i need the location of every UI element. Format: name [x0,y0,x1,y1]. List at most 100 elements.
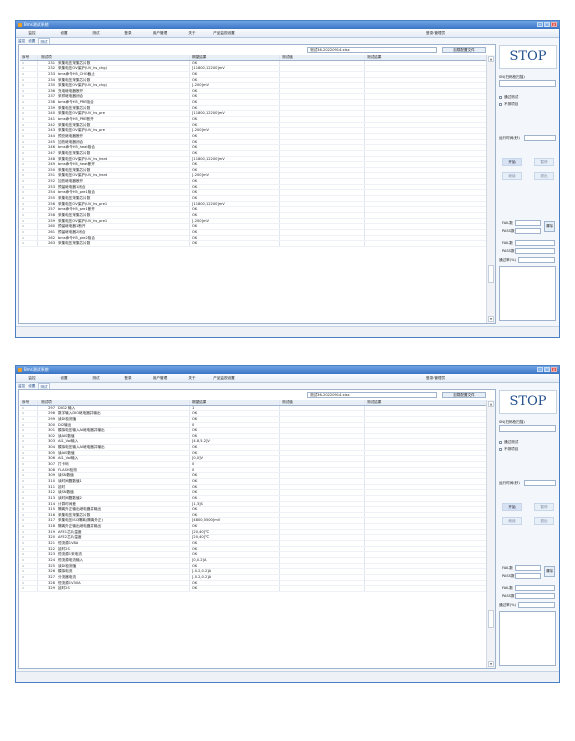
col-header-test-result[interactable]: 测试结果 [365,55,486,60]
title-bar[interactable]: Bms测试系统 – □ × [16,366,559,374]
test-item-name: 加热继电器闭合 [58,139,84,144]
skip-items-checkbox[interactable] [499,448,502,451]
menu-item-user-management[interactable]: 用户管理 [144,374,176,382]
exit-button[interactable]: 退出 [534,172,554,180]
load-config-button[interactable]: 加载配置文件 [442,392,486,398]
row-number: 299 [48,416,55,421]
clear-button[interactable]: 清除 [544,566,555,577]
row-marker-icon: ▫ [20,60,38,66]
skip-items-checkbox[interactable] [499,103,502,106]
maximize-icon[interactable]: □ [544,367,550,372]
test-value-cell [280,569,365,574]
expected-cell: OK [190,235,280,241]
row-marker-icon: ▫ [20,184,38,190]
sn-input[interactable] [499,425,556,432]
result-log-box[interactable] [499,266,556,321]
scroll-down-icon[interactable]: ▼ [488,661,494,667]
row-number: 253 [48,184,55,189]
col-header-index[interactable]: 序号 [20,400,38,405]
col-header-test-value[interactable]: 测试值 [280,400,365,405]
close-icon[interactable]: × [551,367,557,372]
menu-item-test[interactable]: 测试 [80,29,112,37]
grid-scrollbar[interactable]: ▲ ▼ [486,55,495,323]
test-item-name: 采集电压OV保护(UV_hs_pre1 [58,201,108,206]
test-item-cell: 299 读DI检测值 [38,416,190,422]
test-value-cell [280,117,365,122]
start-button[interactable]: 开始 [502,158,522,166]
load-config-button[interactable]: 加载配置文件 [442,47,486,53]
row-number: 310 [48,478,55,483]
test-item-cell: 244 预充继电器断开 [38,133,190,139]
row-number: 235 [48,83,55,88]
test-result-cell [365,185,486,190]
test-item-cell: 313 读时间戳数值2 [38,495,190,501]
table-row[interactable]: ▫ 263 采集电压采集芯片数 OK [20,241,486,247]
menu-item-about[interactable]: 关于 [176,29,208,37]
result-log-box[interactable] [499,611,556,666]
test-value-cell [280,184,365,190]
col-header-test-value[interactable]: 测试值 [280,55,365,60]
row-number: 315 [48,507,55,512]
exit-button[interactable]: 退出 [534,517,554,525]
pause-button[interactable]: 暂停 [534,158,554,166]
expected-cell: OK [190,139,280,145]
start-button[interactable]: 开始 [502,503,522,511]
menu-item-login[interactable]: 登录 [112,29,144,37]
fail-label: FAIL数 [502,241,513,245]
scroll-up-icon[interactable]: ▲ [488,401,494,407]
row-number: 242 [48,122,55,127]
col-header-test-result[interactable]: 测试结果 [365,400,486,405]
minimize-icon[interactable]: – [537,22,543,27]
menu-item-settings[interactable]: 设置 [48,29,80,37]
col-header-index[interactable]: 序号 [20,55,38,60]
config-file-path[interactable]: 测试36-20220914.xlsx [307,47,437,53]
menu-item-monitor[interactable]: 监控 [16,29,48,37]
test-value-cell [280,507,365,512]
maximize-icon[interactable]: □ [544,22,550,27]
test-value-cell [280,456,365,462]
col-header-expected[interactable]: 期望结果 [190,55,280,60]
table-row[interactable]: ▫ 329 延时2S OK [20,586,486,592]
pass-test-checkbox[interactable] [499,96,502,99]
menu-item-user-management[interactable]: 用户管理 [144,29,176,37]
test-result-cell [365,541,486,546]
fail-count-label: FAIL数 [502,221,513,225]
test-result-cell [365,202,486,207]
menu-item-monitor[interactable]: 监控 [16,374,48,382]
test-value-cell [280,128,365,133]
resume-button[interactable]: 继续 [502,517,522,525]
scroll-up-icon[interactable]: ▲ [488,56,494,62]
pass-test-checkbox[interactable] [499,441,502,444]
minimize-icon[interactable]: – [537,367,543,372]
sn-input[interactable] [499,80,556,87]
scroll-thumb[interactable] [488,609,494,628]
pause-button[interactable]: 暂停 [534,503,554,511]
expected-cell: [4.8,5.2]V [190,439,280,445]
menu-item-test[interactable]: 测试 [80,374,112,382]
resume-button[interactable]: 继续 [502,172,522,180]
row-marker-icon: ▫ [20,145,38,150]
col-header-expected[interactable]: 期望结果 [190,400,280,405]
row-number: 231 [48,60,55,65]
clear-button[interactable]: 清除 [544,221,555,232]
config-file-path[interactable]: 测试36-20220914.xlsx [307,392,437,398]
scroll-thumb[interactable] [488,264,494,283]
row-number: 309 [48,473,55,478]
menu-item-product-monitor-settings[interactable]: 产品监视设置 [208,374,240,382]
test-item-name: bms命令H5_pre1断开 [58,207,95,212]
scroll-down-icon[interactable]: ▼ [488,316,494,322]
row-number: 311 [48,484,55,489]
menu-item-settings[interactable]: 设置 [48,374,80,382]
col-header-test-item[interactable]: 测试项 [38,55,190,60]
grid-scrollbar[interactable]: ▲ ▼ [486,400,495,668]
menu-item-product-monitor-settings[interactable]: 产品监视设置 [208,29,240,37]
test-item-cell: 303 AI1_Vol输入 [38,439,190,445]
test-item-name: 计算时间差 [58,501,76,506]
col-header-test-item[interactable]: 测试项 [38,400,190,405]
title-bar[interactable]: Bms测试系统 – □ × [16,21,559,29]
menu-item-about[interactable]: 关于 [176,374,208,382]
test-result-cell [365,78,486,83]
menu-item-login[interactable]: 登录 [112,374,144,382]
close-icon[interactable]: × [551,22,557,27]
row-number: 308 [48,467,55,472]
